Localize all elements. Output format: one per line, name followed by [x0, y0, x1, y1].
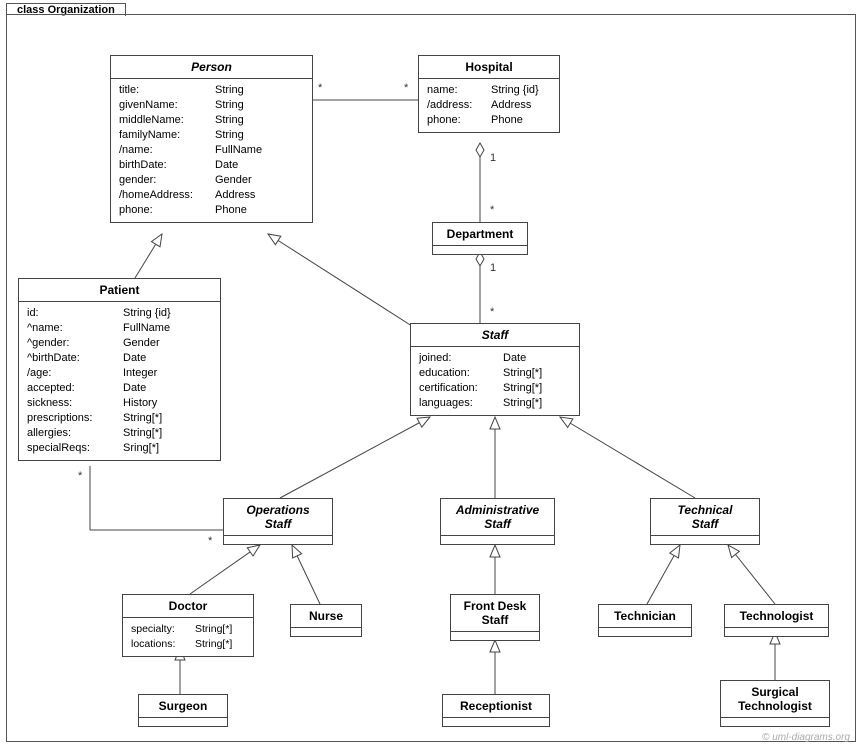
class-technical-staff-title: TechnicalStaff [651, 499, 759, 535]
class-doctor: Doctor specialty:String[*] locations:Str… [122, 594, 254, 657]
class-patient-title: Patient [19, 279, 220, 302]
class-technologist-title: Technologist [725, 605, 828, 627]
class-surgeon: Surgeon [138, 694, 228, 727]
mult-dept-staff-star: * [490, 306, 494, 318]
class-patient-attrs: id:String {id} ^name:FullName ^gender:Ge… [19, 302, 220, 460]
class-surgeon-title: Surgeon [139, 695, 227, 717]
class-department: Department [432, 222, 528, 255]
class-person-attrs: title:String givenName:String middleName… [111, 79, 312, 222]
mult-hosp-dept-one: 1 [490, 152, 496, 164]
class-technical-staff: TechnicalStaff [650, 498, 760, 545]
class-nurse: Nurse [290, 604, 362, 637]
mult-hosp-dept-star: * [490, 204, 494, 216]
class-hospital-attrs: name:String {id} /address:Address phone:… [419, 79, 559, 132]
class-staff-attrs: joined:Date education:String[*] certific… [411, 347, 579, 415]
class-doctor-attrs: specialty:String[*] locations:String[*] [123, 618, 253, 656]
class-technician-title: Technician [599, 605, 691, 627]
class-staff: Staff joined:Date education:String[*] ce… [410, 323, 580, 416]
class-person: Person title:String givenName:String mid… [110, 55, 313, 223]
class-department-title: Department [433, 223, 527, 245]
class-operations-staff: OperationsStaff [223, 498, 333, 545]
class-patient: Patient id:String {id} ^name:FullName ^g… [18, 278, 221, 461]
class-receptionist: Receptionist [442, 694, 550, 727]
class-receptionist-title: Receptionist [443, 695, 549, 717]
class-staff-title: Staff [411, 324, 579, 347]
mult-patient-ops-left: * [78, 470, 82, 482]
class-administrative-staff: AdministrativeStaff [440, 498, 555, 545]
class-surgical-technologist-title: SurgicalTechnologist [721, 681, 829, 717]
class-doctor-title: Doctor [123, 595, 253, 618]
class-nurse-title: Nurse [291, 605, 361, 627]
class-front-desk-staff-title: Front DeskStaff [451, 595, 539, 631]
class-operations-staff-title: OperationsStaff [224, 499, 332, 535]
class-administrative-staff-title: AdministrativeStaff [441, 499, 554, 535]
mult-person-hospital-right: * [404, 82, 408, 94]
mult-person-hospital-left: * [318, 82, 322, 94]
class-technologist: Technologist [724, 604, 829, 637]
class-technician: Technician [598, 604, 692, 637]
class-hospital-title: Hospital [419, 56, 559, 79]
class-surgical-technologist: SurgicalTechnologist [720, 680, 830, 727]
mult-dept-staff-one: 1 [490, 262, 496, 274]
class-hospital: Hospital name:String {id} /address:Addre… [418, 55, 560, 133]
watermark: © uml-diagrams.org [762, 732, 850, 743]
class-person-title: Person [111, 56, 312, 79]
class-front-desk-staff: Front DeskStaff [450, 594, 540, 641]
mult-patient-ops-right: * [208, 535, 212, 547]
